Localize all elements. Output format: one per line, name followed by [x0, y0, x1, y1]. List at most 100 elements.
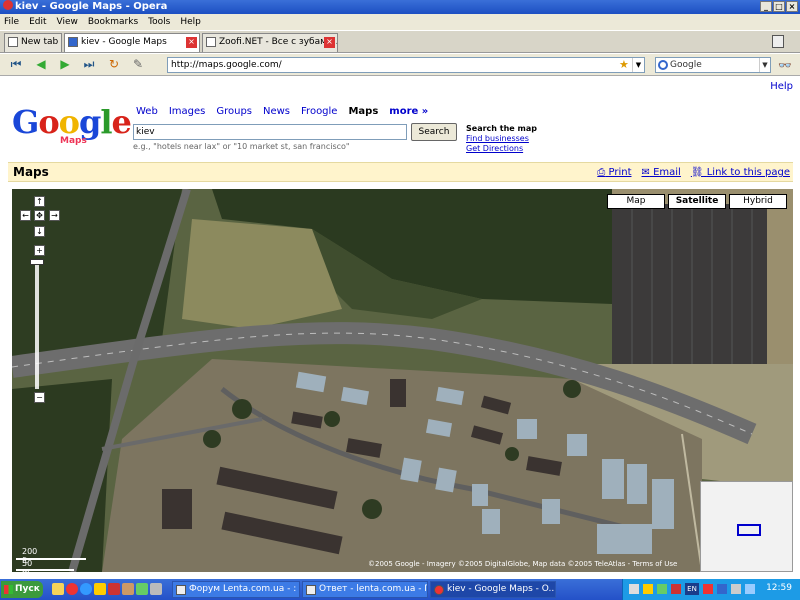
menu-file[interactable]: File	[4, 17, 19, 27]
alert-icon[interactable]	[671, 584, 681, 594]
map-type-map-button[interactable]: Map	[607, 194, 665, 209]
scale-bar-meters	[16, 569, 74, 571]
nav-web[interactable]: Web	[136, 106, 158, 117]
menu-view[interactable]: View	[57, 17, 78, 27]
tab-new[interactable]: New tab	[4, 33, 62, 52]
window-title-bar: kiev - Google Maps - Opera _ □ ×	[0, 0, 800, 14]
get-directions-link[interactable]: Get Directions	[466, 144, 537, 154]
pan-right-icon[interactable]: →	[49, 210, 60, 221]
tab-google-maps[interactable]: kiev - Google Maps ×	[64, 33, 200, 52]
nav-news[interactable]: News	[263, 106, 290, 117]
windows-logo-icon	[4, 585, 13, 594]
language-indicator[interactable]: EN	[685, 583, 699, 595]
find-businesses-link[interactable]: Find businesses	[466, 134, 537, 144]
close-window-button[interactable]: ×	[786, 1, 798, 12]
pan-up-icon[interactable]: ↑	[34, 196, 45, 207]
task-google-maps[interactable]: kiev - Google Maps - O...	[430, 581, 556, 598]
tab-label: kiev - Google Maps	[81, 37, 167, 47]
app-icon[interactable]	[136, 583, 148, 595]
overview-viewport-box[interactable]	[737, 524, 761, 536]
nav-froogle[interactable]: Froogle	[301, 106, 337, 117]
app-icon[interactable]	[122, 583, 134, 595]
maximize-button[interactable]: □	[773, 1, 785, 12]
page-icon	[206, 37, 216, 47]
ie-icon[interactable]	[80, 583, 92, 595]
task-label: kiev - Google Maps - O...	[447, 584, 556, 594]
google-maps-logo[interactable]: Google Maps	[12, 103, 132, 150]
nav-more[interactable]: more »	[389, 106, 428, 117]
zoom-out-icon[interactable]: −	[34, 392, 45, 403]
bookmark-star-icon[interactable]: ★	[619, 59, 629, 71]
google-nav: Web Images Groups News Froogle Maps more…	[136, 106, 428, 117]
edit-icon[interactable]: ✎	[130, 57, 146, 72]
desktop-icon[interactable]	[52, 583, 64, 595]
pan-down-icon[interactable]: ↓	[34, 226, 45, 237]
overview-map[interactable]	[700, 481, 793, 572]
close-tab-icon[interactable]: ×	[186, 37, 197, 48]
network-icon[interactable]	[629, 584, 639, 594]
start-button[interactable]: Пуск	[1, 581, 43, 598]
print-link[interactable]: ⎙ Print	[597, 167, 631, 178]
map-type-satellite-button[interactable]: Satellite	[668, 194, 726, 209]
task-lenta-reply[interactable]: Ответ - lenta.com.ua - П...	[302, 581, 428, 598]
windows-taskbar: Пуск Форум Lenta.com.ua - : ... Ответ - …	[0, 579, 800, 600]
zoom-slider-handle[interactable]	[30, 259, 44, 265]
system-tray: EN 12:59	[622, 579, 800, 600]
map-search-input[interactable]: kiev	[133, 124, 407, 140]
search-engine-field[interactable]: Google ▼	[655, 57, 771, 73]
satellite-imagery	[12, 189, 793, 572]
forward-arrow-icon[interactable]: ▶	[57, 57, 73, 72]
trash-icon[interactable]	[772, 35, 784, 48]
tab-label: New tab	[21, 37, 59, 47]
search-button[interactable]: Search	[411, 123, 457, 141]
map-actions: ⎙ Print ✉ Email ⛓ Link to this page	[597, 167, 790, 178]
clock[interactable]: 12:59	[766, 583, 792, 593]
opera-window-icon	[434, 585, 444, 595]
window-title: kiev - Google Maps - Opera	[15, 1, 168, 12]
nav-images[interactable]: Images	[169, 106, 206, 117]
opera-quicklaunch-icon[interactable]	[66, 583, 78, 595]
antivirus-icon[interactable]	[657, 584, 667, 594]
opera-icon	[3, 0, 13, 10]
envelope-icon: ✉	[641, 167, 650, 178]
menu-edit[interactable]: Edit	[29, 17, 46, 27]
address-field[interactable]: http://maps.google.com/ ▼	[167, 57, 645, 73]
monitor-icon[interactable]	[745, 584, 755, 594]
app-icon[interactable]	[108, 583, 120, 595]
close-tab-icon[interactable]: ×	[324, 37, 335, 48]
zoom-in-icon[interactable]: +	[34, 245, 45, 256]
reload-icon[interactable]: ↻	[106, 57, 122, 72]
map-type-hybrid-button[interactable]: Hybrid	[729, 194, 787, 209]
maps-header-bar: Maps ⎙ Print ✉ Email ⛓ Link to this page	[8, 162, 793, 182]
keyboard-icon[interactable]	[717, 584, 727, 594]
email-link[interactable]: ✉ Email	[642, 167, 681, 178]
menu-bookmarks[interactable]: Bookmarks	[88, 17, 138, 27]
zoom-slider-track[interactable]	[35, 259, 39, 389]
flash-icon[interactable]	[703, 584, 713, 594]
fast-forward-icon[interactable]: ⏭	[81, 57, 97, 72]
back-arrow-icon[interactable]: ◀	[33, 57, 49, 72]
satellite-map[interactable]: ↑ ← ✥ → ↓ + − Map Satellite Hybrid 200 f…	[12, 189, 793, 572]
rewind-icon[interactable]: ⏮	[8, 57, 24, 72]
folder-icon[interactable]	[94, 583, 106, 595]
logo-wordmark: Google	[12, 103, 132, 141]
nav-groups[interactable]: Groups	[216, 106, 252, 117]
speaker-icon[interactable]	[731, 584, 741, 594]
task-lenta-forum[interactable]: Форум Lenta.com.ua - : ...	[172, 581, 300, 598]
help-link[interactable]: Help	[770, 81, 793, 92]
glasses-icon[interactable]: 👓	[778, 59, 792, 72]
page-icon	[8, 37, 18, 47]
minimize-button[interactable]: _	[760, 1, 772, 12]
pan-left-icon[interactable]: ←	[20, 210, 31, 221]
shield-icon[interactable]	[643, 584, 653, 594]
tab-zoofi[interactable]: Zoofi.NET - Все с зубами ... ×	[202, 33, 338, 52]
menu-help[interactable]: Help	[180, 17, 201, 27]
app-icon[interactable]	[150, 583, 162, 595]
menu-tools[interactable]: Tools	[148, 17, 170, 27]
pan-center-icon[interactable]: ✥	[34, 210, 45, 221]
link-to-page-link[interactable]: ⛓ Link to this page	[691, 167, 790, 178]
chevron-down-icon[interactable]: ▼	[759, 58, 770, 72]
chevron-down-icon[interactable]: ▼	[632, 58, 644, 72]
window-controls: _ □ ×	[760, 1, 798, 12]
link-label: Link to this page	[706, 167, 790, 178]
